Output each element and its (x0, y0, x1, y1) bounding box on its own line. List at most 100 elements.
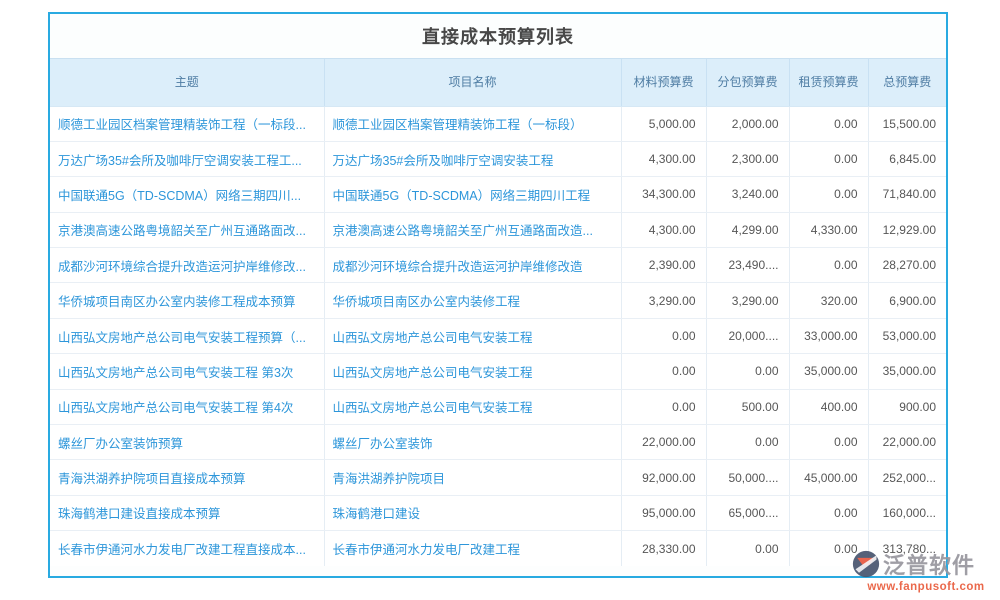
total-budget-value: 6,900.00 (868, 283, 946, 318)
column-header-material-budget: 材料预算费 (621, 59, 706, 106)
table-cell: 成都沙河环境综合提升改造运河护岸维修改造 (324, 248, 621, 283)
table-row: 华侨城项目南区办公室内装修工程成本预算 华侨城项目南区办公室内装修工程 3,290.… (50, 283, 946, 318)
table-row: 京港澳高速公路粤境韶关至广州互通路面改... 京港澳高速公路粤境韶关至广州互通路面… (50, 212, 946, 247)
lease-budget-value: 320.00 (789, 283, 868, 318)
subject-link[interactable]: 长春市伊通河水力发电厂改建工程直接成本... (58, 543, 306, 557)
subject-link[interactable]: 万达广场35#会所及咖啡厅空调安装工程工... (58, 154, 302, 168)
material-budget-value: 28,330.00 (621, 531, 706, 566)
watermark-brand-text: 泛普软件 (883, 548, 975, 580)
column-header-project: 项目名称 (324, 59, 621, 106)
project-link[interactable]: 成都沙河环境综合提升改造运河护岸维修改造 (333, 260, 583, 274)
table-cell: 京港澳高速公路粤境韶关至广州互通路面改造... (324, 212, 621, 247)
table-row: 青海洪湖养护院项目直接成本预算青海洪湖养护院项目92,000.0050,000.… (50, 460, 946, 495)
lease-budget-value: 0.00 (789, 248, 868, 283)
table-header: 主题 项目名称 材料预算费 分包预算费 租赁预算费 总预算费 (50, 59, 946, 106)
subject-link[interactable]: 螺丝厂办公室装饰预算 (58, 437, 183, 451)
total-budget-value: 12,929.00 (868, 212, 946, 247)
subject-link[interactable]: 京港澳高速公路粤境韶关至广州互通路面改... (58, 224, 306, 238)
material-budget-value: 22,000.00 (621, 425, 706, 460)
total-budget-value: 900.00 (868, 389, 946, 424)
total-budget-value: 15,500.00 (868, 106, 946, 141)
project-link[interactable]: 华侨城项目南区办公室内装修工程 (333, 295, 521, 309)
table-cell: 京港澳高速公路粤境韶关至广州互通路面改... (50, 212, 324, 247)
total-budget-value: 22,000.00 (868, 425, 946, 460)
lease-budget-value: 45,000.00 (789, 460, 868, 495)
material-budget-value: 0.00 (621, 354, 706, 389)
subject-link[interactable]: 山西弘文房地产总公司电气安装工程 第3次 (58, 366, 293, 380)
table-row: 山西弘文房地产总公司电气安装工程 第4次 山西弘文房地产总公司电气安装工程 0.00… (50, 389, 946, 424)
table-cell: 成都沙河环境综合提升改造运河护岸维修改... (50, 248, 324, 283)
table-cell: 青海洪湖养护院项目 (324, 460, 621, 495)
lease-budget-value: 0.00 (789, 425, 868, 460)
subcontract-budget-value: 0.00 (706, 425, 789, 460)
material-budget-value: 2,390.00 (621, 248, 706, 283)
table-cell: 华侨城项目南区办公室内装修工程成本预算 (50, 283, 324, 318)
subject-link[interactable]: 成都沙河环境综合提升改造运河护岸维修改... (58, 260, 306, 274)
project-link[interactable]: 螺丝厂办公室装饰 (333, 437, 433, 451)
table-cell: 万达广场35#会所及咖啡厅空调安装工程 (324, 141, 621, 176)
material-budget-value: 3,290.00 (621, 283, 706, 318)
budget-list-panel: 直接成本预算列表 主题 项目名称 材料预算费 分包预算费 租赁预算费 总预算费 … (48, 12, 948, 578)
material-budget-value: 0.00 (621, 389, 706, 424)
table-cell: 万达广场35#会所及咖啡厅空调安装工程工... (50, 141, 324, 176)
column-header-total-budget: 总预算费 (868, 59, 946, 106)
project-link[interactable]: 山西弘文房地产总公司电气安装工程 (333, 331, 533, 345)
project-link[interactable]: 长春市伊通河水力发电厂改建工程 (333, 543, 521, 557)
total-budget-value: 53,000.00 (868, 318, 946, 353)
subcontract-budget-value: 2,000.00 (706, 106, 789, 141)
table-cell: 山西弘文房地产总公司电气安装工程预算（... (50, 318, 324, 353)
subcontract-budget-value: 500.00 (706, 389, 789, 424)
table-cell: 顺德工业园区档案管理精装饰工程（一标段） (324, 106, 621, 141)
subcontract-budget-value: 2,300.00 (706, 141, 789, 176)
lease-budget-value: 0.00 (789, 106, 868, 141)
table-row: 山西弘文房地产总公司电气安装工程 第3次 山西弘文房地产总公司电气安装工程 0.00… (50, 354, 946, 389)
subject-link[interactable]: 中国联通5G（TD-SCDMA）网络三期四川... (58, 189, 301, 203)
lease-budget-value: 0.00 (789, 141, 868, 176)
column-header-subject: 主题 (50, 59, 324, 106)
table-row: 长春市伊通河水力发电厂改建工程直接成本... 长春市伊通河水力发电厂改建工程 28,… (50, 531, 946, 566)
table-row: 万达广场35#会所及咖啡厅空调安装工程工... 万达广场35#会所及咖啡厅空调安装… (50, 141, 946, 176)
table-cell: 螺丝厂办公室装饰 (324, 425, 621, 460)
watermark: 泛普软件 www.fanpusoft.com (852, 548, 1000, 593)
subcontract-budget-value: 20,000.... (706, 318, 789, 353)
lease-budget-value: 33,000.00 (789, 318, 868, 353)
material-budget-value: 34,300.00 (621, 177, 706, 212)
table-cell: 中国联通5G（TD-SCDMA）网络三期四川... (50, 177, 324, 212)
table-row: 成都沙河环境综合提升改造运河护岸维修改... 成都沙河环境综合提升改造运河护岸维修… (50, 248, 946, 283)
project-link[interactable]: 万达广场35#会所及咖啡厅空调安装工程 (333, 154, 554, 168)
subcontract-budget-value: 65,000.... (706, 495, 789, 530)
project-link[interactable]: 中国联通5G（TD-SCDMA）网络三期四川工程 (333, 189, 591, 203)
table-cell: 中国联通5G（TD-SCDMA）网络三期四川工程 (324, 177, 621, 212)
subject-link[interactable]: 华侨城项目南区办公室内装修工程成本预算 (58, 295, 296, 309)
total-budget-value: 35,000.00 (868, 354, 946, 389)
subject-link[interactable]: 山西弘文房地产总公司电气安装工程 第4次 (58, 401, 293, 415)
project-link[interactable]: 山西弘文房地产总公司电气安装工程 (333, 401, 533, 415)
project-link[interactable]: 青海洪湖养护院项目 (333, 472, 446, 486)
lease-budget-value: 0.00 (789, 177, 868, 212)
total-budget-value: 6,845.00 (868, 141, 946, 176)
total-budget-value: 160,000... (868, 495, 946, 530)
table-row: 螺丝厂办公室装饰预算螺丝厂办公室装饰22,000.000.000.0022,00… (50, 425, 946, 460)
subject-link[interactable]: 山西弘文房地产总公司电气安装工程预算（... (58, 331, 306, 345)
column-header-subcontract-budget: 分包预算费 (706, 59, 789, 106)
page-title: 直接成本预算列表 (422, 23, 574, 49)
table-body: 顺德工业园区档案管理精装饰工程（一标段... 顺德工业园区档案管理精装饰工程（一标… (50, 106, 946, 566)
subject-link[interactable]: 青海洪湖养护院项目直接成本预算 (58, 472, 246, 486)
watermark-url: www.fanpusoft.com (852, 581, 1000, 593)
subcontract-budget-value: 3,290.00 (706, 283, 789, 318)
fanpu-logo-icon (852, 550, 880, 578)
project-link[interactable]: 山西弘文房地产总公司电气安装工程 (333, 366, 533, 380)
total-budget-value: 252,000... (868, 460, 946, 495)
subject-link[interactable]: 珠海鹤港口建设直接成本预算 (58, 507, 221, 521)
table-row: 山西弘文房地产总公司电气安装工程预算（...山西弘文房地产总公司电气安装工程0.… (50, 318, 946, 353)
material-budget-value: 95,000.00 (621, 495, 706, 530)
subject-link[interactable]: 顺德工业园区档案管理精装饰工程（一标段... (58, 118, 306, 132)
project-link[interactable]: 顺德工业园区档案管理精装饰工程（一标段） (333, 118, 583, 132)
table-cell: 山西弘文房地产总公司电气安装工程 (324, 318, 621, 353)
total-budget-value: 28,270.00 (868, 248, 946, 283)
budget-table: 主题 项目名称 材料预算费 分包预算费 租赁预算费 总预算费 顺德工业园区档案管… (50, 59, 946, 566)
project-link[interactable]: 珠海鹤港口建设 (333, 507, 421, 521)
table-cell: 顺德工业园区档案管理精装饰工程（一标段... (50, 106, 324, 141)
panel-title-bar: 直接成本预算列表 (50, 14, 946, 59)
project-link[interactable]: 京港澳高速公路粤境韶关至广州互通路面改造... (333, 224, 593, 238)
